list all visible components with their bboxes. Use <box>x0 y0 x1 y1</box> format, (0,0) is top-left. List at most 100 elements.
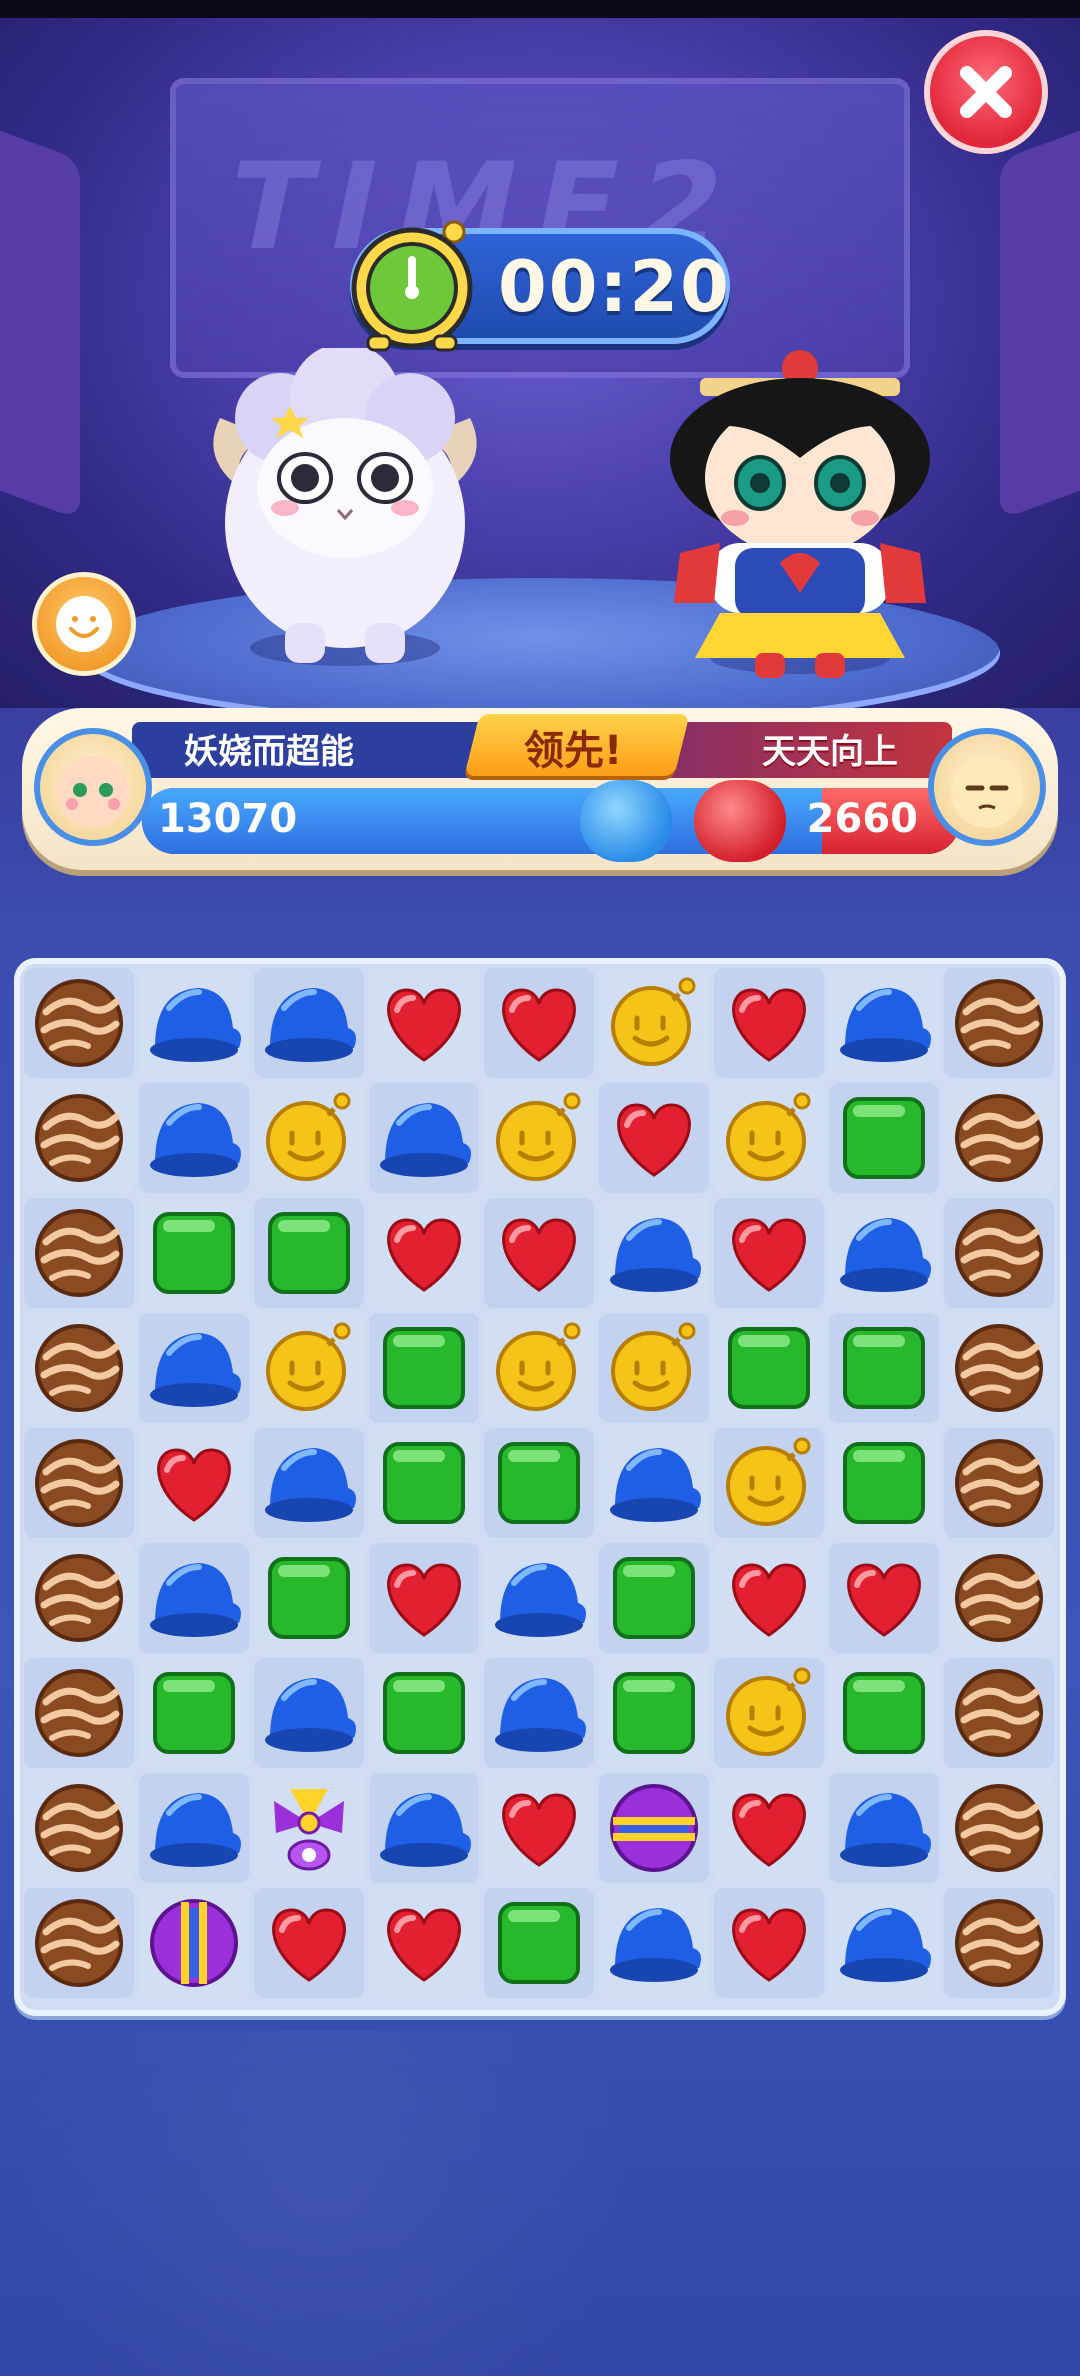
board-cell[interactable] <box>599 1313 709 1423</box>
board-cell[interactable] <box>139 1773 249 1883</box>
board-cell[interactable] <box>944 1313 1054 1423</box>
blue-hat-candy-icon <box>840 988 931 1062</box>
board-cell[interactable] <box>139 1658 249 1768</box>
board-cell[interactable] <box>254 1888 364 1998</box>
board-cell[interactable] <box>714 1428 824 1538</box>
board-cell[interactable] <box>599 1543 709 1653</box>
board-cell[interactable] <box>24 1083 134 1193</box>
board-cell[interactable] <box>944 968 1054 1078</box>
blue-hat-candy-icon <box>610 1908 701 1982</box>
board-cell[interactable] <box>24 1428 134 1538</box>
board-cell[interactable] <box>254 1083 364 1193</box>
board-cell[interactable] <box>254 1773 364 1883</box>
board-cell[interactable] <box>254 1313 364 1423</box>
board-cell[interactable] <box>714 1658 824 1768</box>
board-cell[interactable] <box>829 1888 939 1998</box>
board-cell[interactable] <box>139 1198 249 1308</box>
board-cell[interactable] <box>24 1773 134 1883</box>
board-cell[interactable] <box>369 1543 479 1653</box>
board-cell[interactable] <box>829 1543 939 1653</box>
board-cell[interactable] <box>24 1543 134 1653</box>
board-cell[interactable] <box>484 1658 594 1768</box>
board-cell[interactable] <box>484 968 594 1078</box>
red-heart-candy-icon <box>732 988 806 1062</box>
board-cell[interactable] <box>829 1083 939 1193</box>
board-cell[interactable] <box>944 1658 1054 1768</box>
board-cell[interactable] <box>24 1198 134 1308</box>
board-cell[interactable] <box>714 1313 824 1423</box>
board-cell[interactable] <box>369 1773 479 1883</box>
purple-propeller-candy-icon <box>274 1789 344 1871</box>
left-player-avatar[interactable] <box>34 728 152 846</box>
board-cell[interactable] <box>829 1198 939 1308</box>
board-cell[interactable] <box>599 1198 709 1308</box>
right-player-avatar[interactable] <box>928 728 1046 846</box>
board-cell[interactable] <box>369 1888 479 1998</box>
board-cell[interactable] <box>599 1428 709 1538</box>
board-cell[interactable] <box>599 1083 709 1193</box>
board-cell[interactable] <box>254 968 364 1078</box>
lead-label: 领先! <box>524 728 623 774</box>
girl-character <box>670 350 930 678</box>
board-cell[interactable] <box>369 1658 479 1768</box>
board-cell[interactable] <box>369 1313 479 1423</box>
board-cell[interactable] <box>369 1198 479 1308</box>
board-cell[interactable] <box>944 1428 1054 1538</box>
green-cube-candy-icon <box>383 1327 465 1409</box>
green-cube-candy-icon <box>843 1327 925 1409</box>
board-cell[interactable] <box>599 968 709 1078</box>
board-cell[interactable] <box>139 1083 249 1193</box>
board-cell[interactable] <box>599 1773 709 1883</box>
yellow-bomb-candy-icon <box>726 1437 811 1526</box>
board-cell[interactable] <box>599 1888 709 1998</box>
board-cell[interactable] <box>944 1083 1054 1193</box>
board-cell[interactable] <box>944 1543 1054 1653</box>
board-cell[interactable] <box>24 1313 134 1423</box>
board-cell[interactable] <box>484 1543 594 1653</box>
board-cell[interactable] <box>484 1428 594 1538</box>
emoji-button[interactable] <box>32 572 136 676</box>
board-cell[interactable] <box>254 1198 364 1308</box>
board-cell[interactable] <box>714 968 824 1078</box>
board-cell[interactable] <box>139 968 249 1078</box>
board-cell[interactable] <box>139 1313 249 1423</box>
yellow-bomb-candy-icon <box>611 977 696 1066</box>
blue-hat-candy-icon <box>495 1563 586 1637</box>
board-cell[interactable] <box>714 1543 824 1653</box>
board-cell[interactable] <box>254 1543 364 1653</box>
red-heart-candy-icon <box>387 1218 461 1292</box>
board-cell[interactable] <box>944 1198 1054 1308</box>
board-cell[interactable] <box>369 1083 479 1193</box>
board-cell[interactable] <box>714 1773 824 1883</box>
board-cell[interactable] <box>829 968 939 1078</box>
close-button[interactable] <box>924 30 1048 154</box>
board-cell[interactable] <box>254 1658 364 1768</box>
board-cell[interactable] <box>714 1198 824 1308</box>
board-cell[interactable] <box>254 1428 364 1538</box>
board-cell[interactable] <box>484 1888 594 1998</box>
board-cell[interactable] <box>139 1888 249 1998</box>
versus-bar: 妖娆而超能 领先! 天天向上 13070 2660 <box>22 708 1058 870</box>
board-cell[interactable] <box>829 1658 939 1768</box>
board-cell[interactable] <box>484 1773 594 1883</box>
board-cell[interactable] <box>599 1658 709 1768</box>
board-cell[interactable] <box>369 968 479 1078</box>
board-cell[interactable] <box>484 1198 594 1308</box>
blue-hat-candy-icon <box>265 1448 356 1522</box>
board-cell[interactable] <box>139 1543 249 1653</box>
board-cell[interactable] <box>24 1658 134 1768</box>
board-cell[interactable] <box>369 1428 479 1538</box>
board-cell[interactable] <box>484 1313 594 1423</box>
board-cell[interactable] <box>829 1428 939 1538</box>
board-cell[interactable] <box>944 1773 1054 1883</box>
board-cell[interactable] <box>714 1083 824 1193</box>
blue-hat-candy-icon <box>610 1448 701 1522</box>
board-cell[interactable] <box>714 1888 824 1998</box>
board-cell[interactable] <box>829 1773 939 1883</box>
board-cell[interactable] <box>829 1313 939 1423</box>
board-cell[interactable] <box>24 968 134 1078</box>
board-cell[interactable] <box>24 1888 134 1998</box>
board-cell[interactable] <box>484 1083 594 1193</box>
board-cell[interactable] <box>944 1888 1054 1998</box>
board-cell[interactable] <box>139 1428 249 1538</box>
